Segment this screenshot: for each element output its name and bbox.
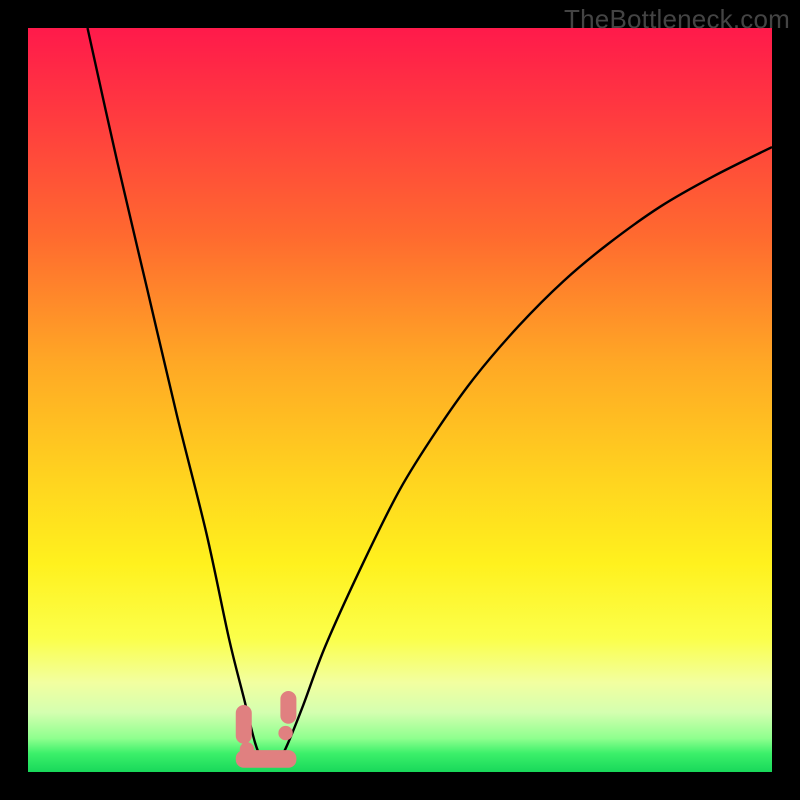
gradient-background — [28, 28, 772, 772]
bottleneck-chart — [28, 28, 772, 772]
watermark-text: TheBottleneck.com — [564, 4, 790, 35]
plot-area — [28, 28, 772, 772]
chart-frame: TheBottleneck.com — [0, 0, 800, 800]
